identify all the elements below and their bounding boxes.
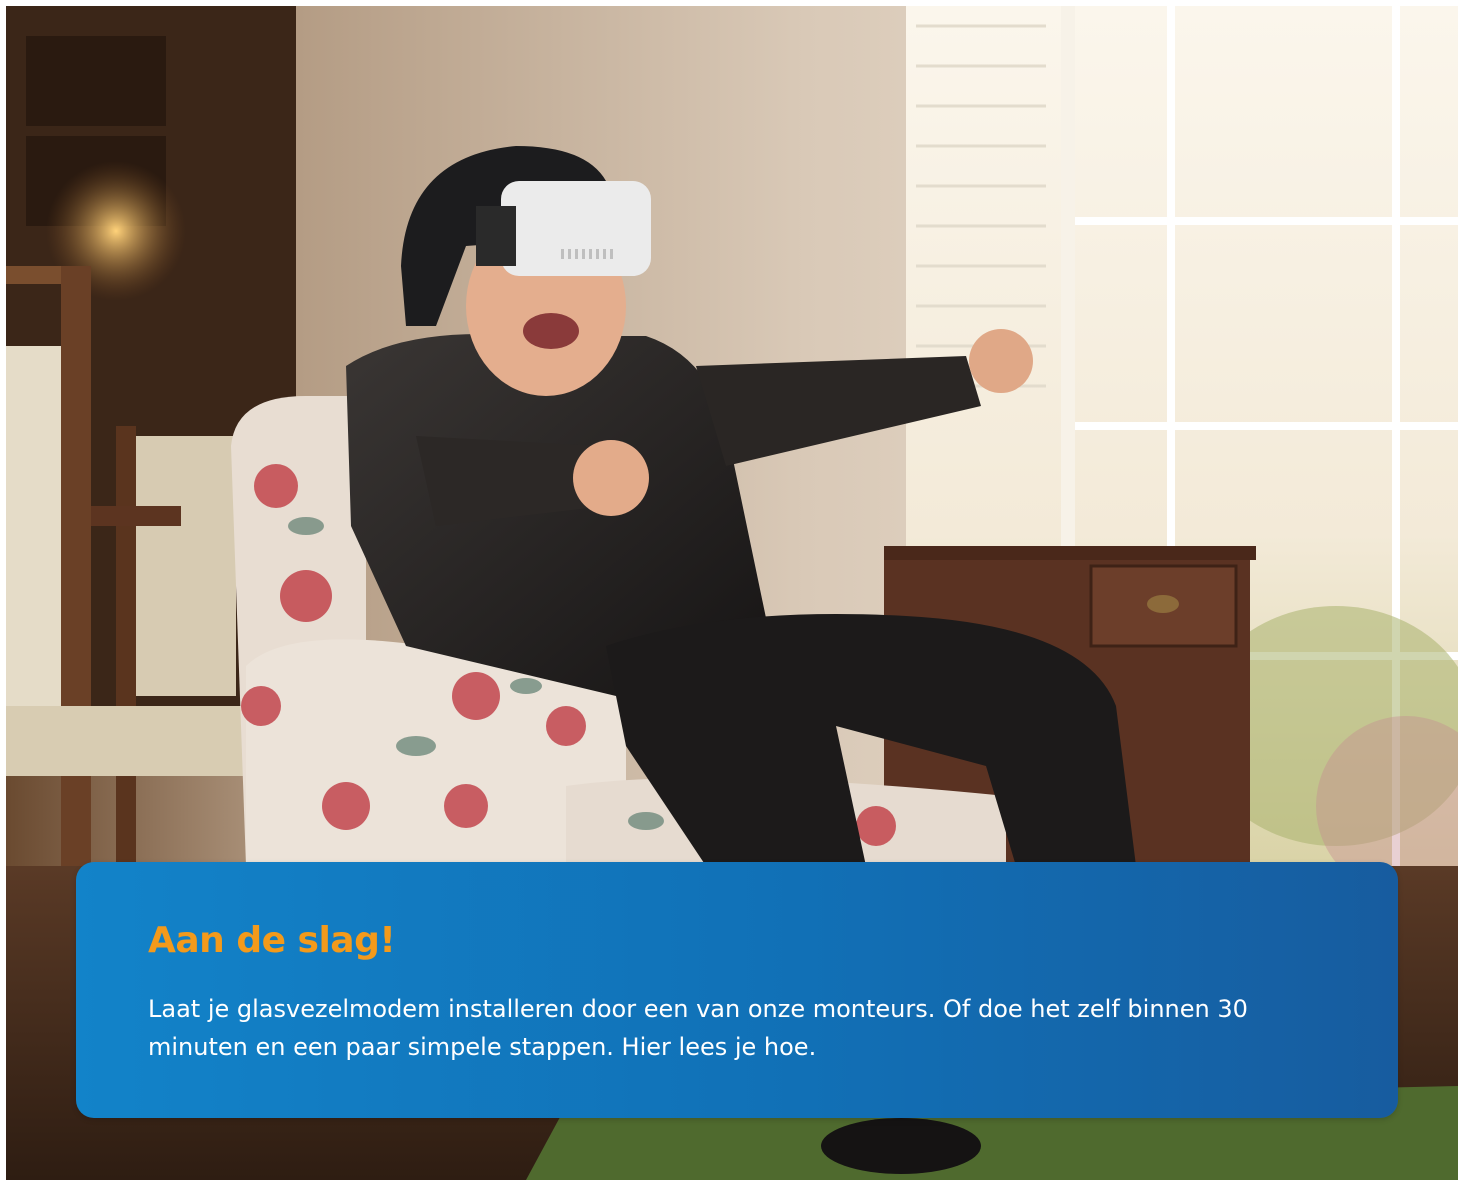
hero-banner: Aan de slag! Laat je glasvezelmodem inst… (6, 6, 1458, 1180)
card-body: Laat je glasvezelmodem installeren door … (148, 995, 1248, 1061)
card-title: Aan de slag! (148, 920, 396, 961)
info-card: Aan de slag! Laat je glasvezelmodem inst… (76, 862, 1398, 1118)
